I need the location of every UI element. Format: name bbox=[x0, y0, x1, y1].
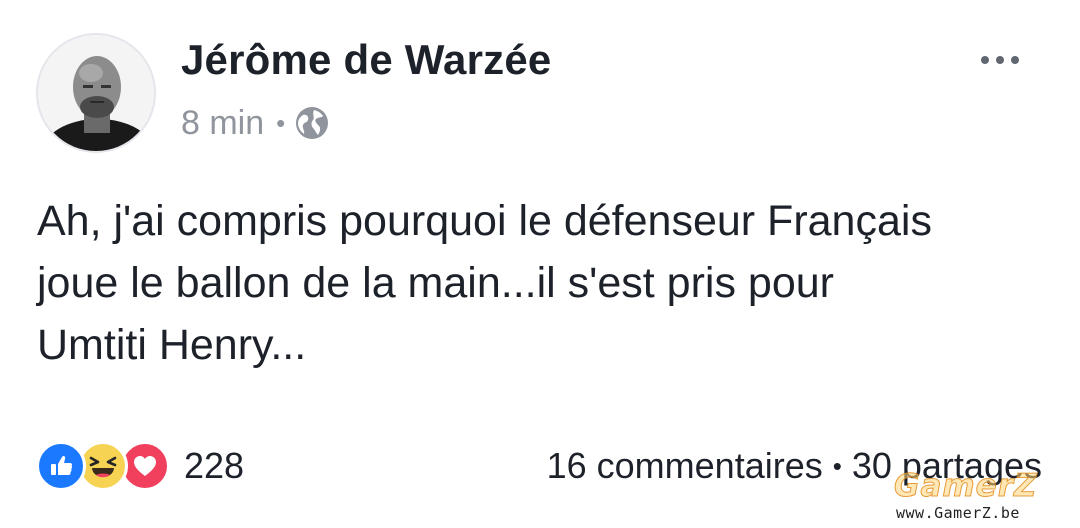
more-dots-icon bbox=[996, 56, 1004, 64]
like-icon bbox=[36, 441, 86, 491]
avatar[interactable] bbox=[36, 33, 156, 153]
engagement-separator: • bbox=[832, 450, 842, 481]
meta-separator: • bbox=[276, 107, 286, 138]
avatar-photo bbox=[38, 35, 154, 151]
post-text: Ah, j'ai compris pourquoi le défenseur F… bbox=[37, 190, 1047, 376]
post-text-line: Ah, j'ai compris pourquoi le défenseur F… bbox=[37, 197, 932, 245]
post-timestamp[interactable]: 8 min bbox=[181, 104, 264, 143]
post-text-line: Umtiti Henry... bbox=[37, 321, 307, 369]
author-name[interactable]: Jérôme de Warzée bbox=[181, 36, 551, 84]
post-text-line: joue le ballon de la main...il s'est pri… bbox=[37, 259, 834, 307]
more-dots-icon bbox=[1011, 56, 1019, 64]
reactions-summary[interactable]: 228 bbox=[36, 441, 244, 491]
comments-count-link[interactable]: 16 commentaires bbox=[547, 445, 823, 487]
more-dots-icon bbox=[981, 56, 989, 64]
more-options-button[interactable] bbox=[968, 40, 1032, 80]
watermark-logo: GamerZ bbox=[893, 468, 1038, 505]
facebook-post: Jérôme de Warzée 8 min • Ah, j'ai compri… bbox=[0, 0, 1080, 528]
post-meta: 8 min • bbox=[181, 103, 330, 143]
globe-icon[interactable] bbox=[294, 105, 330, 141]
watermark: GamerZ www.GamerZ.be bbox=[882, 468, 1062, 524]
reaction-count[interactable]: 228 bbox=[184, 445, 244, 487]
watermark-url: www.GamerZ.be bbox=[896, 504, 1020, 522]
